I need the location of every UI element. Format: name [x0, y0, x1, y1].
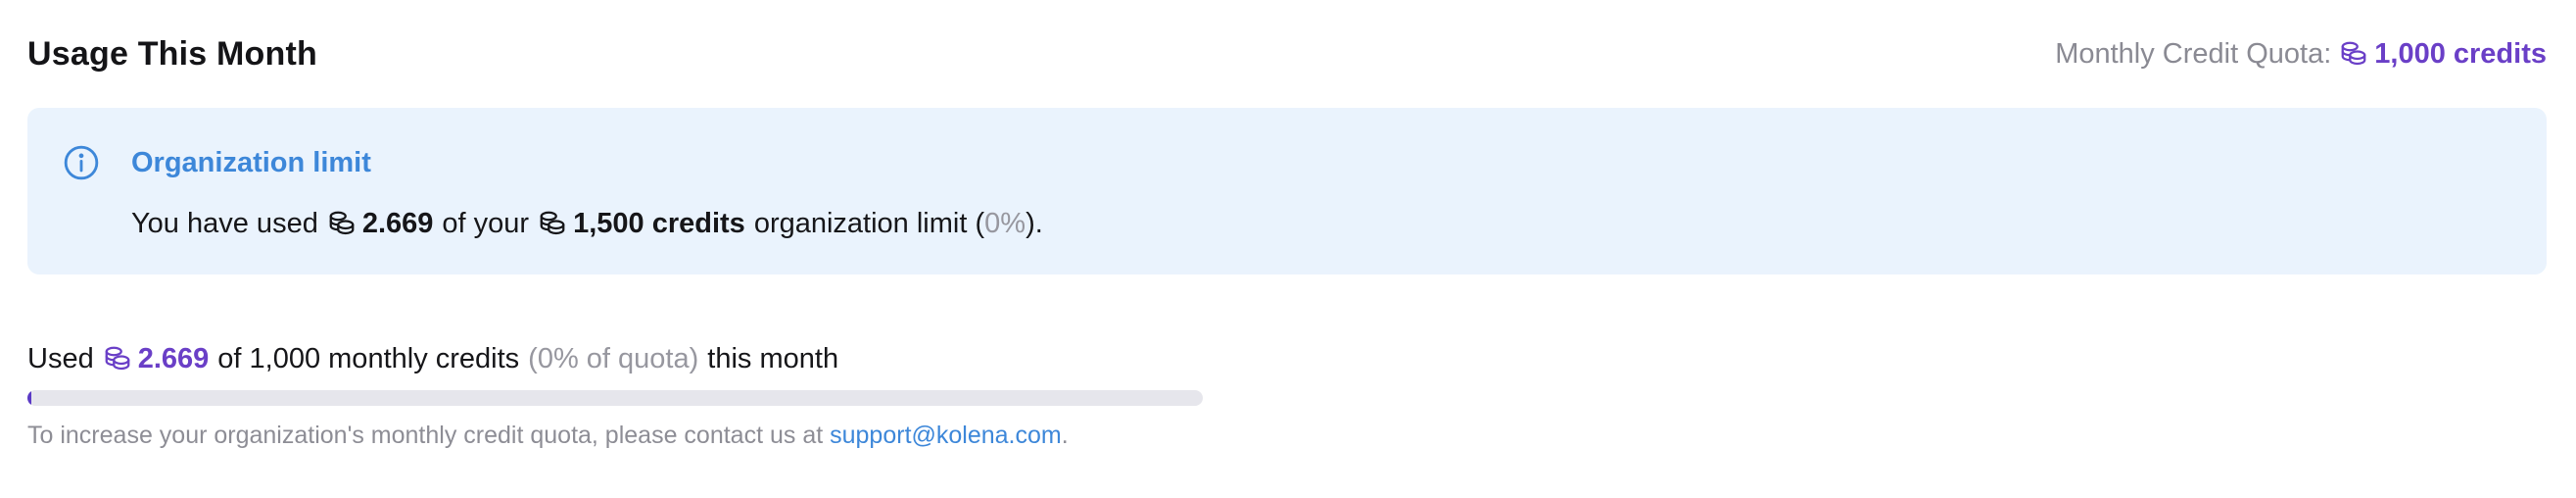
usage-prefix: Used: [27, 343, 94, 374]
usage-text-2: this month: [707, 343, 839, 374]
quota-value-group: 1,000 credits: [2339, 29, 2547, 78]
footnote-text: To increase your organization's monthly …: [27, 422, 831, 449]
quota-label: Monthly Credit Quota:: [2055, 38, 2332, 70]
organization-limit-banner: Organization limit You have used 2.669 o…: [27, 108, 2547, 274]
usage-progress-fill: [27, 390, 31, 406]
coins-icon: [327, 209, 357, 238]
banner-limit-value: 1,500 credits: [573, 208, 745, 239]
quota-value: 1,000 credits: [2374, 38, 2547, 70]
usage-progress-bar: [27, 390, 1203, 406]
monthly-credit-quota: Monthly Credit Quota: 1,000 credits: [2055, 29, 2547, 78]
support-email-link[interactable]: support@kolena.com: [830, 422, 1062, 449]
banner-text-1: You have used: [131, 208, 318, 239]
banner-text-4: ).: [1026, 208, 1043, 239]
coins-icon: [2339, 39, 2368, 69]
usage-text-1: of 1,000 monthly credits: [217, 343, 520, 374]
banner-percent: 0%: [984, 208, 1026, 239]
usage-used-group: 2.669: [103, 339, 210, 378]
banner-message: You have used 2.669 of your 1,500 credit…: [131, 204, 1043, 243]
footnote-suffix: .: [1061, 422, 1069, 449]
banner-used-value: 2.669: [361, 208, 434, 239]
banner-text-2: of your: [442, 208, 530, 239]
coins-icon: [538, 209, 567, 238]
page-title: Usage This Month: [27, 35, 317, 73]
usage-quota-percent: (0% of quota): [528, 343, 699, 374]
usage-used-value: 2.669: [137, 343, 210, 374]
monthly-usage-summary: Used 2.669 of 1,000 monthly credits (0% …: [27, 339, 838, 378]
quota-footnote: To increase your organization's monthly …: [27, 418, 1069, 453]
usage-header: Usage This Month Monthly Credit Quota: 1…: [27, 29, 2547, 78]
coins-icon: [103, 344, 132, 374]
banner-used-group: 2.669: [327, 204, 434, 243]
usage-page: Usage This Month Monthly Credit Quota: 1…: [27, 0, 2547, 498]
banner-text-3: organization limit (: [753, 208, 985, 239]
banner-title: Organization limit: [131, 147, 371, 178]
banner-limit-group: 1,500 credits: [538, 204, 745, 243]
info-icon: [63, 144, 100, 181]
